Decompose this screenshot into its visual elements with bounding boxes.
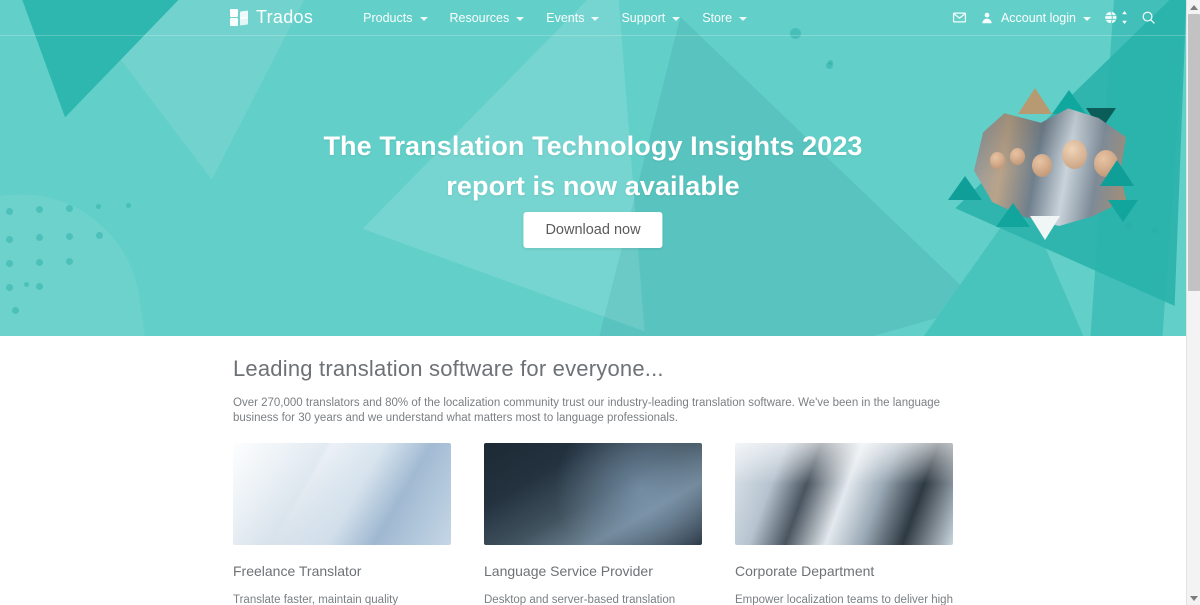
scrollbar-thumb[interactable] — [1188, 14, 1200, 291]
hero-content: The Translation Technology Insights 2023… — [0, 0, 1186, 336]
card-freelance-translator[interactable]: Freelance Translator Translate faster, m… — [233, 443, 451, 605]
collage-triangle-tan-up — [1018, 88, 1052, 114]
page-root: The Translation Technology Insights 2023… — [0, 0, 1200, 605]
freelance-translator-photo — [233, 443, 451, 545]
chevron-down-icon — [591, 16, 600, 21]
nav-item-resources[interactable]: Resources — [450, 11, 525, 25]
section-title: Leading translation software for everyon… — [233, 356, 664, 381]
card-language-service-provider[interactable]: Language Service Provider Desktop and se… — [484, 443, 702, 605]
audience-cards: Freelance Translator Translate faster, m… — [233, 443, 953, 605]
corporate-department-photo — [735, 443, 953, 545]
nav-label-products: Products — [363, 10, 413, 25]
nav-label-support: Support — [621, 10, 666, 25]
hero-title: The Translation Technology Insights 2023… — [0, 126, 1186, 206]
nav-item-products[interactable]: Products — [363, 10, 428, 25]
language-service-provider-photo — [484, 443, 702, 545]
download-now-button[interactable]: Download now — [523, 212, 663, 248]
card-desc-lsp: Desktop and server-based translation sol… — [484, 594, 676, 605]
nav-item-events[interactable]: Events — [546, 10, 600, 25]
chevron-down-icon — [516, 16, 525, 21]
main-content-section: Leading translation software for everyon… — [0, 336, 1186, 605]
brand-logo-link[interactable]: Trados — [230, 7, 313, 28]
content-wrapper: Leading translation software for everyon… — [233, 336, 953, 605]
chevron-down-icon — [1083, 16, 1091, 21]
top-navigation-bar: Trados Products Resources Events Support… — [0, 0, 1186, 36]
envelope-icon[interactable] — [952, 10, 967, 25]
section-subtitle: Over 270,000 translators and 80% of the … — [233, 397, 941, 424]
card-desc-corporate: Empower localization teams to deliver hi… — [735, 594, 953, 605]
hero-title-line-2: report is now available — [446, 171, 740, 201]
card-corporate-department[interactable]: Corporate Department Empower localizatio… — [735, 443, 953, 605]
account-login-menu[interactable]: Account login — [980, 11, 1091, 25]
chevron-down-icon — [419, 16, 428, 21]
person-icon — [980, 11, 994, 25]
nav-label-resources: Resources — [449, 10, 510, 25]
nav-label-events: Events — [546, 10, 585, 25]
search-icon[interactable] — [1141, 10, 1156, 25]
nav-item-store[interactable]: Store — [702, 10, 748, 25]
globe-language-icon[interactable] — [1104, 10, 1128, 25]
card-title-lsp: Language Service Provider — [484, 563, 653, 579]
primary-nav-links: Products Resources Events Support Store — [363, 10, 748, 25]
nav-utility-group: Account login — [952, 10, 1156, 25]
hero-banner: The Translation Technology Insights 2023… — [0, 0, 1186, 336]
nav-label-store: Store — [702, 10, 733, 25]
card-desc-freelance: Translate faster, maintain quality trans… — [233, 594, 399, 605]
scroll-down-arrow-icon[interactable] — [1187, 591, 1200, 605]
card-title-corporate: Corporate Department — [735, 563, 875, 579]
account-login-label: Account login — [1000, 10, 1076, 25]
scroll-up-arrow-icon[interactable] — [1187, 0, 1200, 14]
chevron-down-icon — [739, 16, 748, 21]
chevron-down-icon — [672, 16, 681, 21]
brand-name-label: Trados — [256, 7, 314, 27]
trados-logo-icon — [230, 9, 248, 26]
vertical-scrollbar[interactable] — [1186, 0, 1200, 605]
nav-item-support[interactable]: Support — [621, 10, 681, 25]
collage-triangle-bottom-up — [996, 203, 1030, 227]
hero-title-line-1: The Translation Technology Insights 2023 — [323, 131, 863, 161]
collage-triangle-bottom-white — [1030, 216, 1060, 240]
card-title-freelance: Freelance Translator — [233, 563, 362, 579]
